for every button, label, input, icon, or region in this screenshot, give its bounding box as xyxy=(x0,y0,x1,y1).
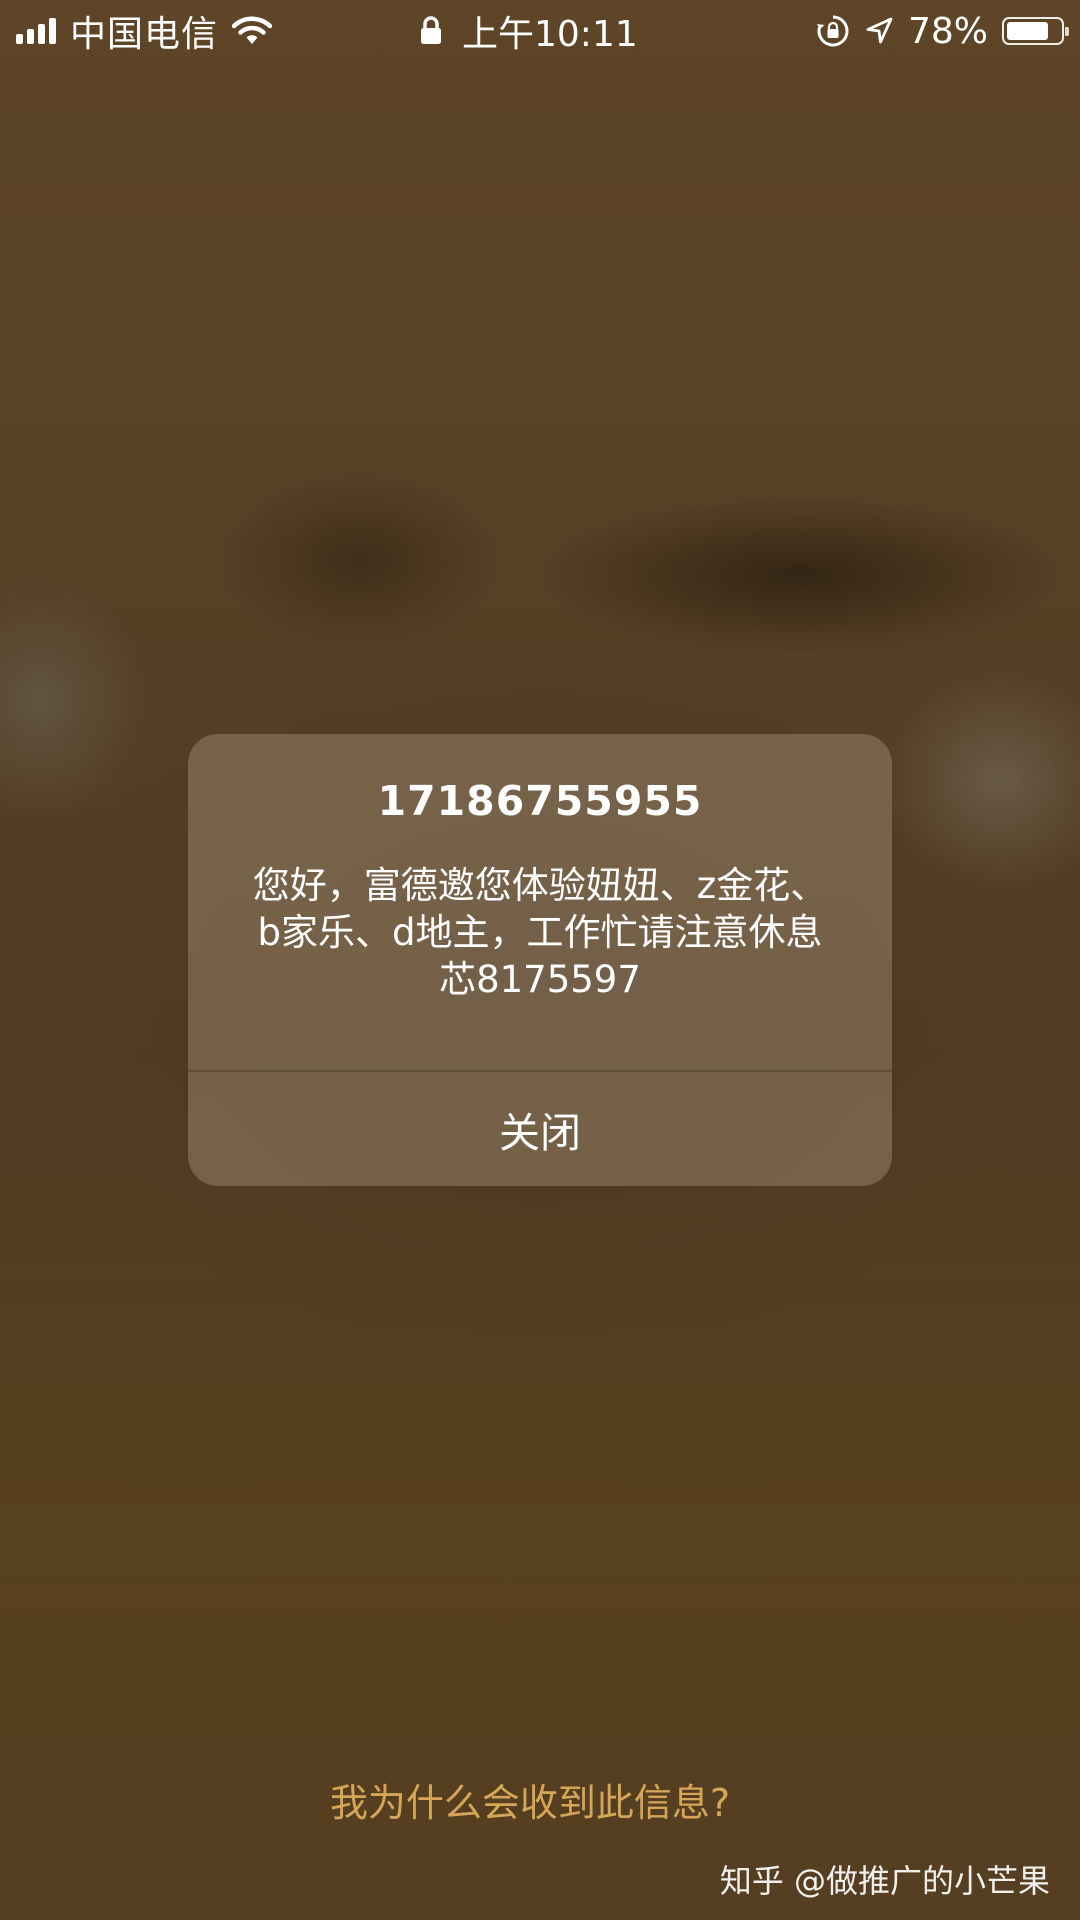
alert-title: 17186755955 xyxy=(377,777,703,825)
alert-content: 17186755955 您好，富德邀您体验妞妞、z金花、b家乐、d地主，工作忙请… xyxy=(188,734,892,1070)
location-icon xyxy=(866,17,893,44)
rotation-lock-icon xyxy=(816,15,849,47)
status-bar-left: 中国电信 xyxy=(16,10,273,55)
watermark: 知乎 @做推广的小芒果 xyxy=(719,1862,1050,1900)
why-received-link[interactable]: 我为什么会收到此信息? xyxy=(0,1772,1060,1827)
signal-icon xyxy=(16,18,56,44)
wifi-icon xyxy=(232,16,273,44)
status-bar-right: 78% xyxy=(816,10,1069,52)
battery-level xyxy=(1007,22,1048,40)
lock-icon xyxy=(421,16,441,44)
status-bar: 中国电信 上午10:11 78% xyxy=(0,0,1080,62)
alert-dialog: 17186755955 您好，富德邀您体验妞妞、z金花、b家乐、d地主，工作忙请… xyxy=(188,734,892,1186)
carrier-name: 中国电信 xyxy=(70,14,219,55)
clock: 上午10:11 xyxy=(462,14,638,55)
battery-percent: 78% xyxy=(907,10,988,52)
close-button[interactable]: 关闭 xyxy=(188,1072,892,1186)
status-bar-center: 上午10:11 xyxy=(420,10,638,55)
battery-icon xyxy=(1002,17,1069,45)
alert-message: 您好，富德邀您体验妞妞、z金花、b家乐、d地主，工作忙请注意休息芯8175597 xyxy=(252,864,828,1001)
